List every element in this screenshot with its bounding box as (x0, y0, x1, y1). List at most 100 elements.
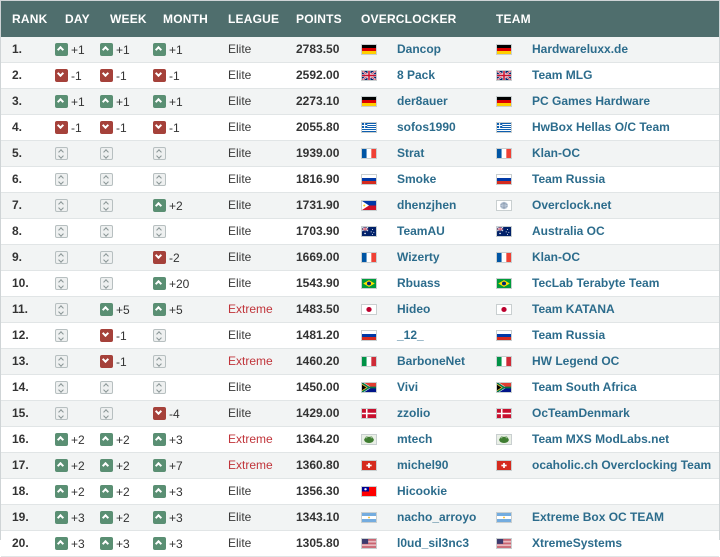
team-link[interactable]: Klan-OC (532, 251, 580, 264)
month-change-value: +20 (169, 276, 190, 291)
month-change-value: +3 (169, 432, 183, 447)
header-day[interactable]: DAY (65, 12, 90, 26)
overclocker-link[interactable]: sofos1990 (397, 121, 456, 134)
team-link[interactable]: Team Russia (532, 329, 605, 342)
arrow-up-icon (153, 459, 166, 472)
overclocker-link[interactable]: l0ud_sil3nc3 (397, 537, 469, 550)
header-team[interactable]: TEAM (496, 12, 531, 26)
arrow-up-icon (153, 277, 166, 290)
team-link[interactable]: Australia OC (532, 225, 605, 238)
unchanged-icon (100, 381, 113, 394)
overclocker-link[interactable]: michel90 (397, 459, 448, 472)
team-flag-icon (496, 278, 512, 289)
table-row: 1. +1 +1 +1 Elite 2783.50 Dancop Hardwareluxx.d… (1, 37, 719, 63)
month-change: +3 (153, 484, 183, 499)
team-link[interactable]: Team MLG (532, 69, 592, 82)
header-points[interactable]: POINTS (296, 12, 342, 26)
arrow-up-icon (100, 485, 113, 498)
team-link[interactable]: Team South Africa (532, 381, 637, 394)
month-change-value: +3 (169, 536, 183, 551)
arrow-up-icon (153, 537, 166, 550)
arrow-up-icon (55, 433, 68, 446)
day-change (55, 250, 71, 265)
points-cell: 1364.20 (296, 432, 340, 446)
header-month[interactable]: MONTH (163, 12, 208, 26)
overclocker-link[interactable]: Hicookie (397, 485, 447, 498)
arrow-up-icon (100, 43, 113, 56)
overclocker-link[interactable]: nacho_arroyo (397, 511, 476, 524)
overclocker-link[interactable]: Vivi (397, 381, 418, 394)
points-cell: 1481.20 (296, 328, 340, 342)
points-cell: 1360.80 (296, 458, 340, 472)
overclocker-flag-icon (361, 460, 377, 471)
team-link[interactable]: XtremeSystems (532, 537, 622, 550)
month-change: +2 (153, 198, 183, 213)
month-change (153, 380, 169, 395)
table-row: 3. +1 +1 +1 Elite 2273.10 der8auer PC Games Har… (1, 89, 719, 115)
week-change: +1 (100, 42, 130, 57)
arrow-up-icon (153, 433, 166, 446)
header-overclocker[interactable]: OVERCLOCKER (361, 12, 457, 26)
header-week[interactable]: WEEK (110, 12, 147, 26)
league-cell: Elite (228, 328, 252, 342)
team-link[interactable]: TecLab Terabyte Team (532, 277, 659, 290)
unchanged-icon (100, 277, 113, 290)
overclocker-link[interactable]: der8auer (397, 95, 448, 108)
overclocker-link[interactable]: _12_ (397, 329, 424, 342)
team-link[interactable]: HW Legend OC (532, 355, 619, 368)
overclocker-link[interactable]: Dancop (397, 43, 441, 56)
team-link[interactable]: Team KATANA (532, 303, 615, 316)
overclocker-link[interactable]: 8 Pack (397, 69, 435, 82)
overclocker-link[interactable]: Hideo (397, 303, 430, 316)
day-change-value: +3 (71, 510, 85, 525)
rank-cell: 13. (12, 354, 29, 368)
team-link[interactable]: Team Russia (532, 173, 605, 186)
team-link[interactable]: ocaholic.ch Overclocking Team (532, 459, 711, 472)
unchanged-icon (55, 407, 68, 420)
overclocker-link[interactable]: zzolio (397, 407, 430, 420)
table-row: 18. +2 +2 +3 Elite 1356.30 Hicookie (1, 479, 719, 505)
league-cell: Elite (228, 484, 252, 498)
team-flag-icon (496, 304, 512, 315)
team-link[interactable]: Extreme Box OC TEAM (532, 511, 664, 524)
week-change: +1 (100, 94, 130, 109)
overclocker-flag-icon (361, 486, 377, 497)
table-row: 13. -1 Extreme 1460.20 BarboneNet HW Legend O… (1, 349, 719, 375)
team-link[interactable]: Hardwareluxx.de (532, 43, 628, 56)
team-link[interactable]: PC Games Hardware (532, 95, 650, 108)
overclocker-link[interactable]: TeamAU (397, 225, 445, 238)
header-league[interactable]: LEAGUE (228, 12, 279, 26)
overclocker-link[interactable]: Wizerty (397, 251, 440, 264)
month-change-value: +2 (169, 198, 183, 213)
unchanged-icon (55, 225, 68, 238)
overclocker-link[interactable]: BarboneNet (397, 355, 465, 368)
overclocker-flag-icon (361, 512, 377, 523)
unchanged-icon (55, 381, 68, 394)
day-change-value: -1 (71, 68, 82, 83)
team-link[interactable]: HwBox Hellas O/C Team (532, 121, 670, 134)
rank-cell: 1. (12, 42, 23, 56)
month-change: -2 (153, 250, 180, 265)
arrow-down-icon (55, 69, 68, 82)
overclocker-link[interactable]: Strat (397, 147, 424, 160)
team-link[interactable]: OcTeamDenmark (532, 407, 630, 420)
arrow-up-icon (153, 303, 166, 316)
team-link[interactable]: Overclock.net (532, 199, 611, 212)
team-link[interactable]: Klan-OC (532, 147, 580, 160)
overclocker-link[interactable]: mtech (397, 433, 432, 446)
arrow-up-icon (55, 537, 68, 550)
overclocker-link[interactable]: Smoke (397, 173, 436, 186)
arrow-up-icon (100, 537, 113, 550)
week-change-value: +2 (116, 484, 130, 499)
team-link[interactable]: Team MXS ModLabs.net (532, 433, 669, 446)
rank-cell: 7. (12, 198, 23, 212)
unchanged-icon (55, 199, 68, 212)
overclocker-link[interactable]: dhenzjhen (397, 199, 456, 212)
unchanged-icon (100, 147, 113, 160)
team-flag-icon (496, 382, 512, 393)
table-row: 10. +20 Elite 1543.90 Rbuass TecLab Terabyte … (1, 271, 719, 297)
team-flag-icon (496, 356, 512, 367)
header-rank[interactable]: RANK (12, 12, 47, 26)
month-change: -4 (153, 406, 180, 421)
overclocker-link[interactable]: Rbuass (397, 277, 440, 290)
